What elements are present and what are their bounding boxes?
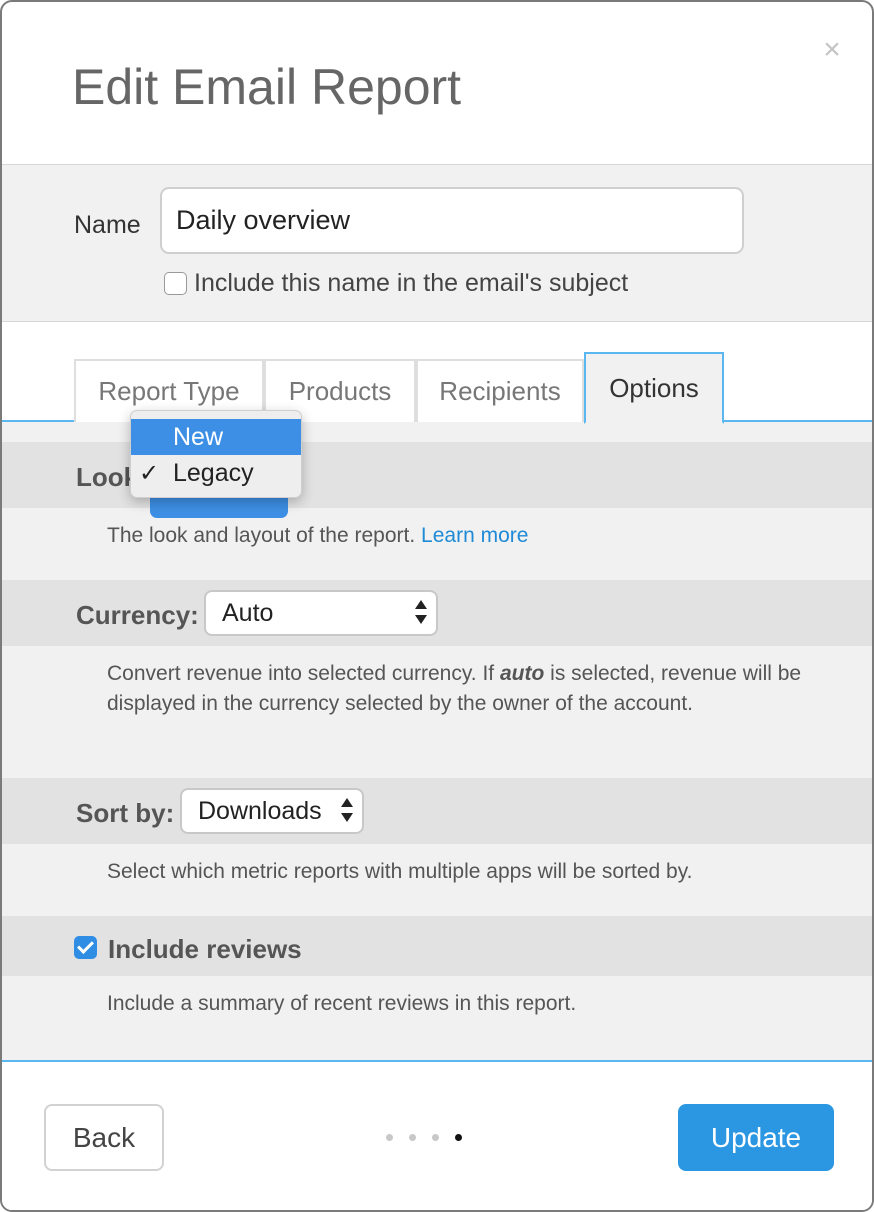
- include-reviews-checkbox[interactable]: [74, 936, 97, 959]
- step-dot-active[interactable]: [455, 1134, 462, 1141]
- learn-more-link[interactable]: Learn more: [421, 524, 528, 547]
- step-dot[interactable]: [409, 1134, 416, 1141]
- reviews-description: Include a summary of recent reviews in t…: [107, 992, 577, 1015]
- close-icon[interactable]: ×: [814, 32, 850, 68]
- tab-options[interactable]: Options: [584, 352, 724, 424]
- dialog-title: Edit Email Report: [72, 59, 462, 115]
- name-section: Name Include this name in the email's su…: [2, 164, 872, 322]
- options-panel: Look The look and layout of the report. …: [2, 422, 872, 1062]
- dropdown-item-legacy-label: Legacy: [173, 458, 254, 487]
- include-reviews-label: Include reviews: [108, 934, 302, 964]
- tab-recipients[interactable]: Recipients: [416, 359, 584, 422]
- sort-description: Select which metric reports with multipl…: [107, 860, 693, 883]
- currency-label: Currency:: [76, 600, 199, 630]
- look-description-text: The look and layout of the report.: [107, 524, 416, 547]
- name-label: Name: [74, 211, 141, 239]
- dropdown-item-new[interactable]: New: [131, 419, 301, 455]
- currency-row: Currency: Auto: [2, 580, 872, 646]
- sort-label: Sort by:: [76, 798, 175, 828]
- step-indicator: [386, 1134, 462, 1141]
- back-button[interactable]: Back: [44, 1104, 164, 1171]
- currency-description: Convert revenue into selected currency. …: [107, 659, 807, 719]
- look-description: The look and layout of the report. Learn…: [107, 521, 807, 551]
- look-dropdown-menu: New ✓ Legacy: [130, 410, 302, 498]
- step-dot[interactable]: [386, 1134, 393, 1141]
- dropdown-item-legacy[interactable]: ✓ Legacy: [131, 455, 301, 491]
- reviews-row: Include reviews: [2, 916, 872, 976]
- sort-select[interactable]: Downloads: [180, 788, 364, 834]
- currency-description-pre: Convert revenue into selected currency. …: [107, 662, 500, 685]
- look-label: Look: [76, 462, 139, 492]
- include-name-in-subject-checkbox[interactable]: Include this name in the email's subject: [164, 269, 628, 298]
- sort-row: Sort by: Downloads: [2, 778, 872, 844]
- currency-description-em: auto: [499, 662, 545, 685]
- sort-select-value: Downloads: [198, 796, 322, 825]
- include-name-in-subject-label: Include this name in the email's subject: [194, 269, 629, 297]
- checkbox-box[interactable]: [164, 272, 187, 295]
- step-dot[interactable]: [432, 1134, 439, 1141]
- select-arrows-icon: [414, 598, 428, 628]
- checkmark-icon: ✓: [139, 459, 160, 487]
- select-arrows-icon: [340, 796, 354, 826]
- currency-select[interactable]: Auto: [204, 590, 438, 636]
- dropdown-item-new-label: New: [173, 422, 224, 451]
- edit-email-report-dialog: × Edit Email Report Name Include this na…: [0, 0, 874, 1212]
- name-input[interactable]: [160, 187, 744, 254]
- dialog-footer: Back Update: [2, 1064, 872, 1210]
- update-button[interactable]: Update: [678, 1104, 834, 1171]
- currency-select-value: Auto: [222, 598, 274, 627]
